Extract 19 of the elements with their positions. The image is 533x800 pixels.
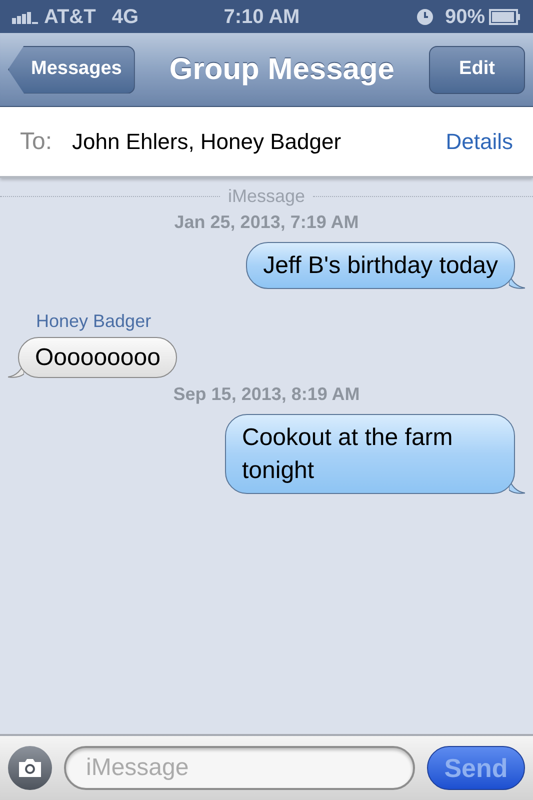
network-label: 4G (112, 4, 139, 30)
sender-name: Honey Badger (36, 310, 152, 333)
battery-icon (489, 8, 521, 24)
battery-percent: 90% (444, 4, 485, 30)
timestamp: Jan 25, 2013, 7:19 AM (174, 211, 359, 234)
signal-icon (12, 10, 40, 24)
clock-icon (416, 8, 433, 24)
service-label: iMessage (228, 186, 306, 206)
recipient-names: John Ehlers, Honey Badger (72, 128, 342, 156)
to-label: To: (20, 126, 52, 156)
camera-button[interactable] (8, 746, 52, 790)
clock: 7:10 AM (224, 4, 301, 30)
edit-button[interactable]: Edit (429, 46, 525, 94)
camera-icon (17, 757, 43, 779)
screen-title: Group Message (168, 52, 396, 88)
carrier-label: AT&T (44, 4, 96, 30)
back-button[interactable]: Messages (8, 46, 135, 94)
details-link[interactable]: Details (446, 125, 513, 158)
timestamp: Sep 15, 2013, 8:19 AM (173, 383, 360, 406)
